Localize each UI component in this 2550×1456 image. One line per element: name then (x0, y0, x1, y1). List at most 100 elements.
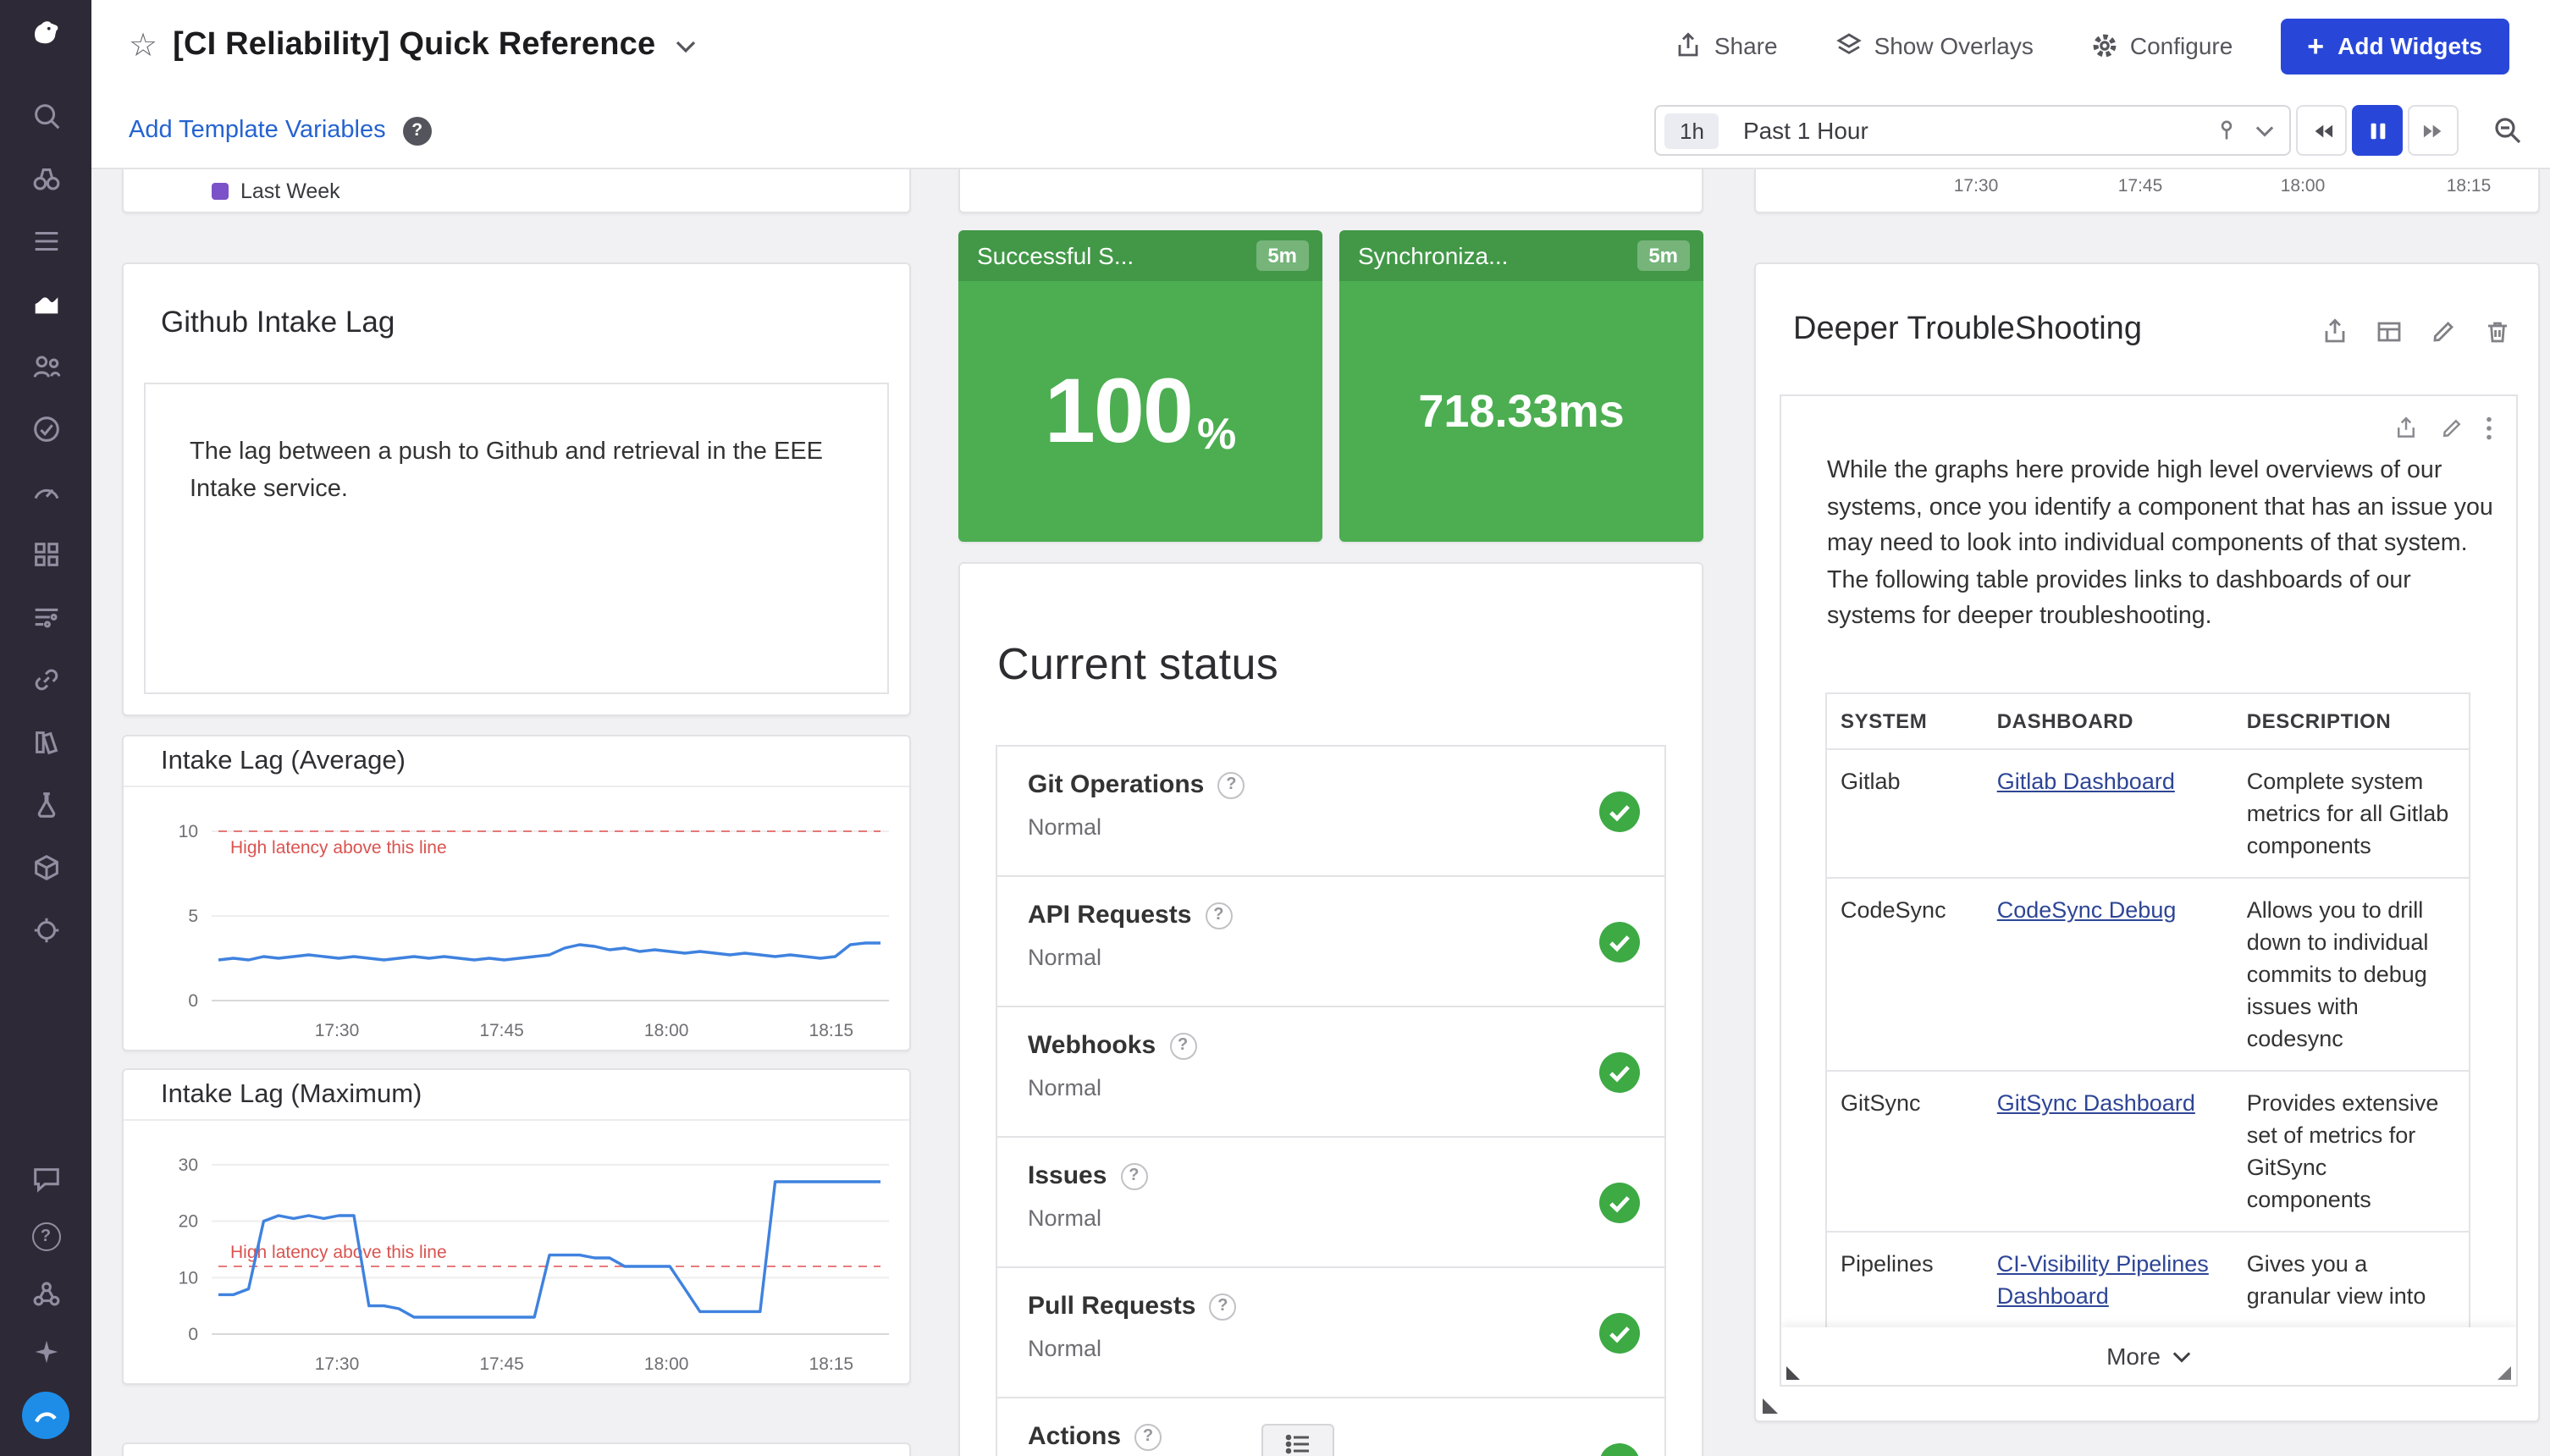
widget-current-status: Current status Git Operations ? Normal A… (958, 562, 1703, 1456)
svg-text:High latency above this line: High latency above this line (230, 1243, 447, 1262)
add-template-variables-link[interactable]: Add Template Variables (129, 117, 386, 144)
events-list-icon[interactable] (29, 223, 63, 257)
export-icon[interactable] (2394, 416, 2418, 440)
resize-handle[interactable] (1763, 1398, 1778, 1414)
sidebar: ? (0, 0, 91, 1456)
widget-query-value-success: Successful S... 5m 100 % (958, 230, 1322, 542)
svg-text:18:00: 18:00 (644, 1021, 689, 1040)
svg-text:17:45: 17:45 (479, 1021, 524, 1040)
export-icon[interactable] (2321, 318, 2349, 345)
widget-query-value-sync: Synchroniza... 5m 718.33 ms (1339, 230, 1703, 542)
packages-icon[interactable] (29, 850, 63, 884)
monitors-icon[interactable] (29, 787, 63, 821)
x-tick: 18:15 (2446, 176, 2492, 196)
synthetics-icon[interactable] (29, 474, 63, 508)
table-row: CodeSync CodeSync Debug Allows you to dr… (1825, 878, 2470, 1072)
search-icon[interactable] (29, 98, 63, 132)
configure-button[interactable]: Configure (2091, 32, 2233, 59)
add-widgets-button[interactable]: + Add Widgets (2280, 18, 2509, 74)
x-tick: 17:30 (1953, 176, 1999, 196)
security-icon[interactable] (29, 913, 63, 946)
favorite-star-icon[interactable]: ☆ (129, 30, 157, 62)
x-tick: 17:45 (2117, 176, 2163, 196)
svg-text:20: 20 (179, 1212, 198, 1232)
gear-icon (2093, 34, 2117, 58)
legend-item-last-week[interactable]: Last Week (240, 179, 340, 203)
datadog-logo-icon[interactable] (29, 17, 63, 51)
user-avatar[interactable] (22, 1392, 69, 1439)
help-icon[interactable]: ? (29, 1219, 63, 1253)
integrations-icon[interactable] (29, 537, 63, 571)
help-icon[interactable]: ? (1169, 1032, 1197, 1059)
status-item-issues: Issues ? Normal (996, 1136, 1666, 1268)
table-row: Pipelines CI-Visibility Pipelines Dashbo… (1825, 1232, 2470, 1329)
metrics-icon[interactable] (29, 286, 63, 320)
rewind-button[interactable] (2296, 105, 2347, 156)
help-icon[interactable]: ? (1205, 902, 1233, 929)
share-button[interactable]: Share (1675, 32, 1778, 59)
resize-handle[interactable] (1786, 1366, 1800, 1380)
svg-text:10: 10 (179, 1268, 198, 1288)
table-icon[interactable] (2376, 318, 2403, 345)
status-item-git-operations: Git Operations ? Normal (996, 745, 1666, 877)
svg-text:0: 0 (188, 991, 198, 1011)
chart-title: Intake Lag (Maximum) (161, 1079, 422, 1108)
more-button[interactable]: More (1781, 1327, 2516, 1385)
datadog-dashboard: ? ☆ [CI Reliability] Quick Reference Sha… (0, 0, 2550, 1456)
status-state: Normal (1028, 1075, 1102, 1100)
pipelines-icon[interactable] (29, 599, 63, 633)
help-icon[interactable]: ? (1209, 1293, 1237, 1320)
status-item-pull-requests: Pull Requests ? Normal (996, 1266, 1666, 1398)
watchdog-icon[interactable] (29, 411, 63, 445)
resize-handle[interactable] (2498, 1366, 2511, 1380)
help-icon[interactable]: ? (1120, 1162, 1148, 1189)
sidebar-bottom: ? (22, 1161, 69, 1439)
forward-button[interactable] (2408, 105, 2459, 156)
status-state: Normal (1028, 1205, 1102, 1231)
list-icon (1284, 1433, 1308, 1453)
organization-icon[interactable] (29, 1277, 63, 1310)
legend-swatch (212, 183, 229, 200)
plus-icon: + (2307, 30, 2325, 62)
notebooks-icon[interactable] (29, 725, 63, 758)
infrastructure-icon[interactable] (29, 161, 63, 195)
dashboard-link[interactable]: GitSync Dashboard (1997, 1090, 2195, 1116)
zoom-out-button[interactable] (2482, 105, 2533, 156)
chat-support-icon[interactable] (29, 1161, 63, 1195)
status-item-actions: Actions ? (996, 1397, 1666, 1456)
status-state: Normal (1028, 814, 1102, 840)
show-overlays-button[interactable]: Show Overlays (1835, 32, 2034, 59)
svg-text:5: 5 (188, 907, 198, 926)
note-widget: While the graphs here provide high level… (1780, 394, 2518, 1387)
time-range-label: Past 1 Hour (1742, 117, 1868, 144)
pin-icon (2221, 120, 2233, 140)
edit-pencil-icon[interactable] (2430, 318, 2457, 345)
trash-icon[interactable] (2484, 318, 2511, 345)
header: ☆ [CI Reliability] Quick Reference Share… (91, 0, 2550, 169)
status-item-api-requests: API Requests ? Normal (996, 875, 1666, 1007)
options-button[interactable] (1261, 1424, 1334, 1456)
pause-button[interactable] (2352, 105, 2403, 156)
help-icon[interactable]: ? (1134, 1423, 1162, 1450)
note-text: The lag between a push to Github and ret… (190, 438, 824, 502)
service-map-icon[interactable] (29, 662, 63, 696)
status-ok-icon (1599, 1183, 1640, 1223)
time-range-picker[interactable]: 1h Past 1 Hour (1654, 105, 2291, 156)
status-state: Normal (1028, 1336, 1102, 1361)
svg-text:18:15: 18:15 (809, 1354, 854, 1374)
template-variables-help-icon[interactable]: ? (402, 116, 432, 145)
apm-services-icon[interactable] (29, 349, 63, 383)
table-row: GitSync GitSync Dashboard Provides exten… (1825, 1071, 2470, 1233)
title-chevron-down-icon[interactable] (676, 40, 696, 52)
help-icon[interactable]: ? (1217, 771, 1245, 798)
dashboard-link[interactable]: Gitlab Dashboard (1997, 769, 2175, 794)
partial-widget-bottom (122, 1442, 911, 1456)
kebab-menu-icon[interactable] (2486, 416, 2492, 440)
chart-title: Intake Lag (Average) (161, 746, 406, 775)
whats-new-icon[interactable] (29, 1334, 63, 1368)
edit-pencil-icon[interactable] (2440, 416, 2464, 440)
svg-text:10: 10 (179, 822, 198, 841)
dashboard-link[interactable]: CI-Visibility Pipelines Dashboard (1997, 1251, 2209, 1309)
partial-widget-timeseries: 17:30 17:45 18:00 18:15 (1754, 169, 2540, 213)
dashboard-link[interactable]: CodeSync Debug (1997, 897, 2177, 923)
